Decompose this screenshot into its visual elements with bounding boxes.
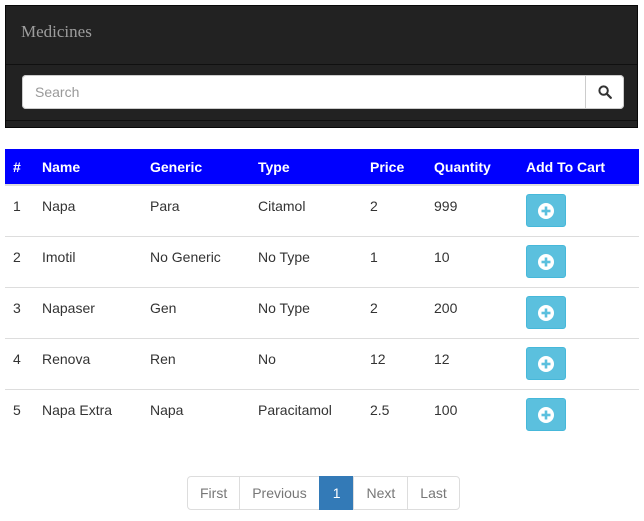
medicine-type: No Type [258, 249, 310, 265]
plus-circle-icon [538, 202, 554, 219]
medicine-name: Imotil [42, 249, 76, 265]
add-to-cart-cell [518, 339, 639, 390]
row-number: 5 [13, 402, 21, 418]
quantity: 100 [434, 402, 458, 418]
add-to-cart-button[interactable] [526, 398, 566, 431]
medicine-name: Renova [42, 351, 91, 367]
plus-circle-icon [538, 406, 554, 423]
column-header-name: Name [34, 149, 142, 186]
column-header-type: Type [250, 149, 362, 186]
add-to-cart-cell [518, 390, 639, 441]
generic-name: Gen [150, 300, 177, 316]
table-header-row: # Name Generic Type Price Quantity Add T… [5, 149, 639, 186]
quantity: 200 [434, 300, 458, 316]
column-header-price: Price [362, 149, 426, 186]
pagination: First Previous 1 Next Last [187, 476, 460, 510]
price: 12 [370, 351, 386, 367]
pagination-next[interactable]: Next [353, 476, 409, 510]
search-input[interactable] [22, 75, 585, 109]
column-header-number: # [5, 149, 34, 186]
price: 2 [370, 300, 378, 316]
row-number: 4 [13, 351, 21, 367]
search-button[interactable] [585, 75, 624, 109]
plus-circle-icon [538, 304, 554, 321]
navbar: Medicines [5, 5, 638, 128]
generic-name: Ren [150, 351, 176, 367]
generic-name: Para [150, 198, 180, 214]
price: 2 [370, 198, 378, 214]
navbar-divider [6, 64, 637, 65]
add-to-cart-cell [518, 237, 639, 288]
medicine-name: Napaser [42, 300, 95, 316]
medicine-type: No [258, 351, 276, 367]
pagination-last[interactable]: Last [407, 476, 460, 510]
medicine-name: Napa Extra [42, 402, 113, 418]
quantity: 12 [434, 351, 450, 367]
pagination-first[interactable]: First [187, 476, 241, 510]
quantity: 999 [434, 198, 458, 214]
add-to-cart-button[interactable] [526, 194, 566, 227]
medicine-type: Citamol [258, 198, 306, 214]
plus-circle-icon [538, 253, 554, 270]
column-header-add-to-cart: Add To Cart [518, 149, 639, 186]
search-icon [597, 85, 612, 99]
price: 2.5 [370, 402, 390, 418]
quantity: 10 [434, 249, 450, 265]
table-row: 1 Napa Para Citamol 2 999 [5, 185, 639, 237]
generic-name: No Generic [150, 249, 221, 265]
price: 1 [370, 249, 378, 265]
medicine-type: No Type [258, 300, 310, 316]
add-to-cart-button[interactable] [526, 347, 566, 380]
row-number: 1 [13, 198, 21, 214]
search-form [22, 75, 624, 109]
table-row: 2 Imotil No Generic No Type 1 10 [5, 237, 639, 288]
table-row: 4 Renova Ren No 12 12 [5, 339, 639, 390]
row-number: 2 [13, 249, 21, 265]
column-header-quantity: Quantity [426, 149, 518, 186]
add-to-cart-cell [518, 288, 639, 339]
plus-circle-icon [538, 355, 554, 372]
generic-name: Napa [150, 402, 184, 418]
row-number: 3 [13, 300, 21, 316]
medicines-table: # Name Generic Type Price Quantity Add T… [5, 149, 639, 440]
add-to-cart-button[interactable] [526, 296, 566, 329]
column-header-generic: Generic [142, 149, 250, 186]
table-row: 3 Napaser Gen No Type 2 200 [5, 288, 639, 339]
navbar-brand[interactable]: Medicines [21, 22, 92, 42]
pagination-previous[interactable]: Previous [239, 476, 320, 510]
medicine-type: Paracitamol [258, 402, 332, 418]
navbar-divider [6, 120, 637, 121]
medicine-name: Napa [42, 198, 76, 214]
add-to-cart-cell [518, 185, 639, 237]
pagination-page-current[interactable]: 1 [318, 476, 355, 510]
table-row: 5 Napa Extra Napa Paracitamol 2.5 100 [5, 390, 639, 441]
add-to-cart-button[interactable] [526, 245, 566, 278]
